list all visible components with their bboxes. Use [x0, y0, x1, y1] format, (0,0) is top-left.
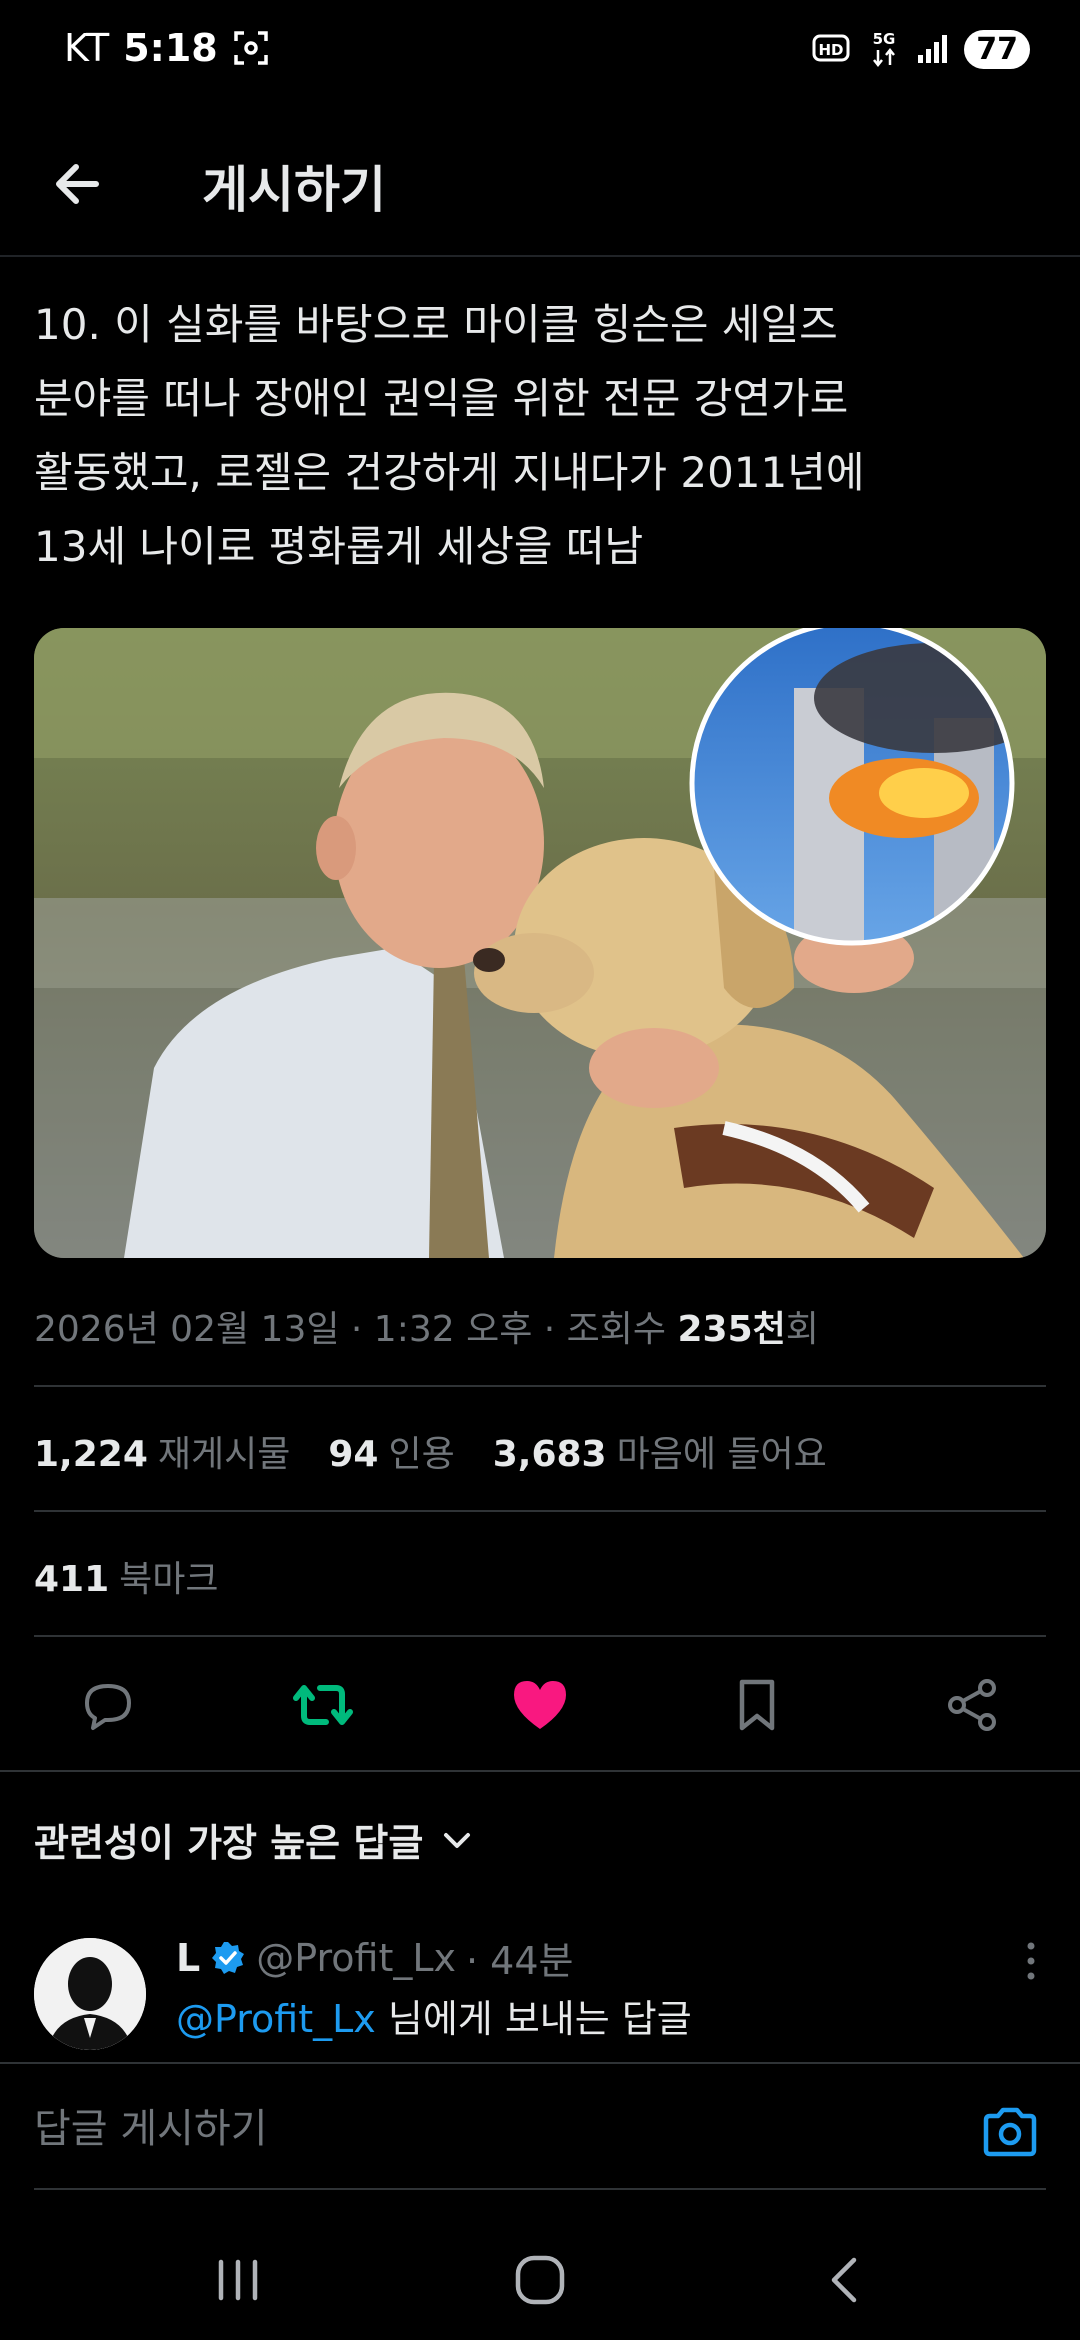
clock: 5:18	[123, 26, 218, 70]
tweet-timestamp-views: 2026년 02월 13일 · 1:32 오후 · 조회수 235천회	[34, 1300, 819, 1352]
composer-underline	[34, 2188, 1046, 2190]
heart-icon	[514, 1681, 566, 1729]
divider	[34, 1510, 1046, 1512]
camera-icon[interactable]	[980, 2104, 1040, 2160]
repost-icon	[293, 1685, 353, 1725]
svg-text:HD: HD	[819, 41, 844, 59]
back-arrow-icon[interactable]	[46, 152, 110, 216]
home-icon	[515, 2255, 565, 2305]
battery-indicator: 77	[964, 29, 1030, 69]
screen-capture-icon	[233, 31, 268, 65]
bookmark-icon	[739, 1679, 775, 1731]
divider	[34, 1385, 1046, 1387]
home-button[interactable]	[500, 2250, 580, 2310]
reply-sort-label: 관련성이 가장 높은 답글	[34, 1821, 424, 1865]
reply-sort-dropdown[interactable]: 관련성이 가장 높은 답글	[34, 1812, 473, 1867]
system-back-button[interactable]	[804, 2250, 884, 2310]
status-bar: KT 5:18 HD 5G 77	[0, 0, 1080, 100]
signal-icon	[918, 35, 948, 63]
system-navigation-bar	[0, 2220, 1080, 2340]
reply-context: @Profit_Lx 님에게 보내는 답글	[176, 1988, 692, 2043]
reply-item[interactable]: L @Profit_Lx · 44분 @Profit_Lx 님에게 보내는 답글	[34, 1930, 1046, 2060]
reply-context-text: 님에게 보내는 답글	[375, 1997, 692, 2041]
network-5g-icon: 5G	[873, 30, 896, 68]
reply-author-handle[interactable]: @Profit_Lx	[256, 1936, 456, 1980]
reply-composer	[0, 2064, 1080, 2194]
more-options-icon[interactable]	[1016, 1936, 1046, 1986]
photo-man-with-guide-dog	[34, 628, 1046, 1258]
bookmark-button[interactable]	[722, 1670, 792, 1740]
chevron-left-icon	[831, 2257, 857, 2303]
share-button[interactable]	[937, 1670, 1007, 1740]
reposts-stat[interactable]: 1,224 재게시물	[34, 1425, 290, 1477]
recent-apps-icon	[218, 2259, 258, 2301]
reply-mention-link[interactable]: @Profit_Lx	[176, 1997, 376, 2041]
reply-input[interactable]	[34, 2092, 934, 2166]
divider	[34, 1635, 1046, 1637]
chevron-down-icon	[444, 1832, 471, 1848]
header-divider	[0, 255, 1080, 257]
reply-header: L @Profit_Lx · 44분	[176, 1930, 573, 1985]
tweet-image[interactable]	[34, 628, 1046, 1258]
like-button[interactable]	[505, 1670, 575, 1740]
verified-badge-icon	[212, 1941, 245, 1974]
reply-time: · 44분	[466, 1939, 574, 1983]
page-title: 게시하기	[202, 161, 386, 219]
hd-voice-icon: HD	[812, 34, 850, 62]
engagement-stats: 1,224 재게시물 94 인용 3,683 마음에 들어요	[34, 1425, 827, 1477]
tweet-text: 10. 이 실화를 바탕으로 마이클 힝슨은 세일즈 분야를 떠나 장애인 권익…	[34, 300, 865, 571]
top-app-bar: 게시하기	[0, 130, 1080, 230]
bookmarks-stat[interactable]: 411 북마크	[34, 1550, 219, 1602]
share-icon	[948, 1679, 996, 1731]
views-suffix: 회	[785, 1309, 819, 1350]
tweet-action-bar	[0, 1670, 1080, 1740]
reply-button[interactable]	[73, 1670, 143, 1740]
carrier-label: KT	[64, 26, 110, 70]
svg-text:5G: 5G	[873, 30, 896, 48]
likes-stat[interactable]: 3,683 마음에 들어요	[493, 1425, 827, 1477]
section-divider	[0, 1770, 1080, 1772]
quotes-stat[interactable]: 94 인용	[328, 1425, 454, 1477]
repost-button[interactable]	[288, 1670, 358, 1740]
tweet-timestamp: 2026년 02월 13일 · 1:32 오후 · 조회수	[34, 1309, 678, 1350]
avatar-silhouette-icon	[34, 1938, 146, 2050]
views-count: 235천	[677, 1309, 786, 1350]
recent-apps-button[interactable]	[198, 2250, 278, 2310]
reply-author-name[interactable]: L	[176, 1936, 200, 1980]
avatar[interactable]	[34, 1938, 146, 2050]
comment-icon	[85, 1684, 131, 1730]
